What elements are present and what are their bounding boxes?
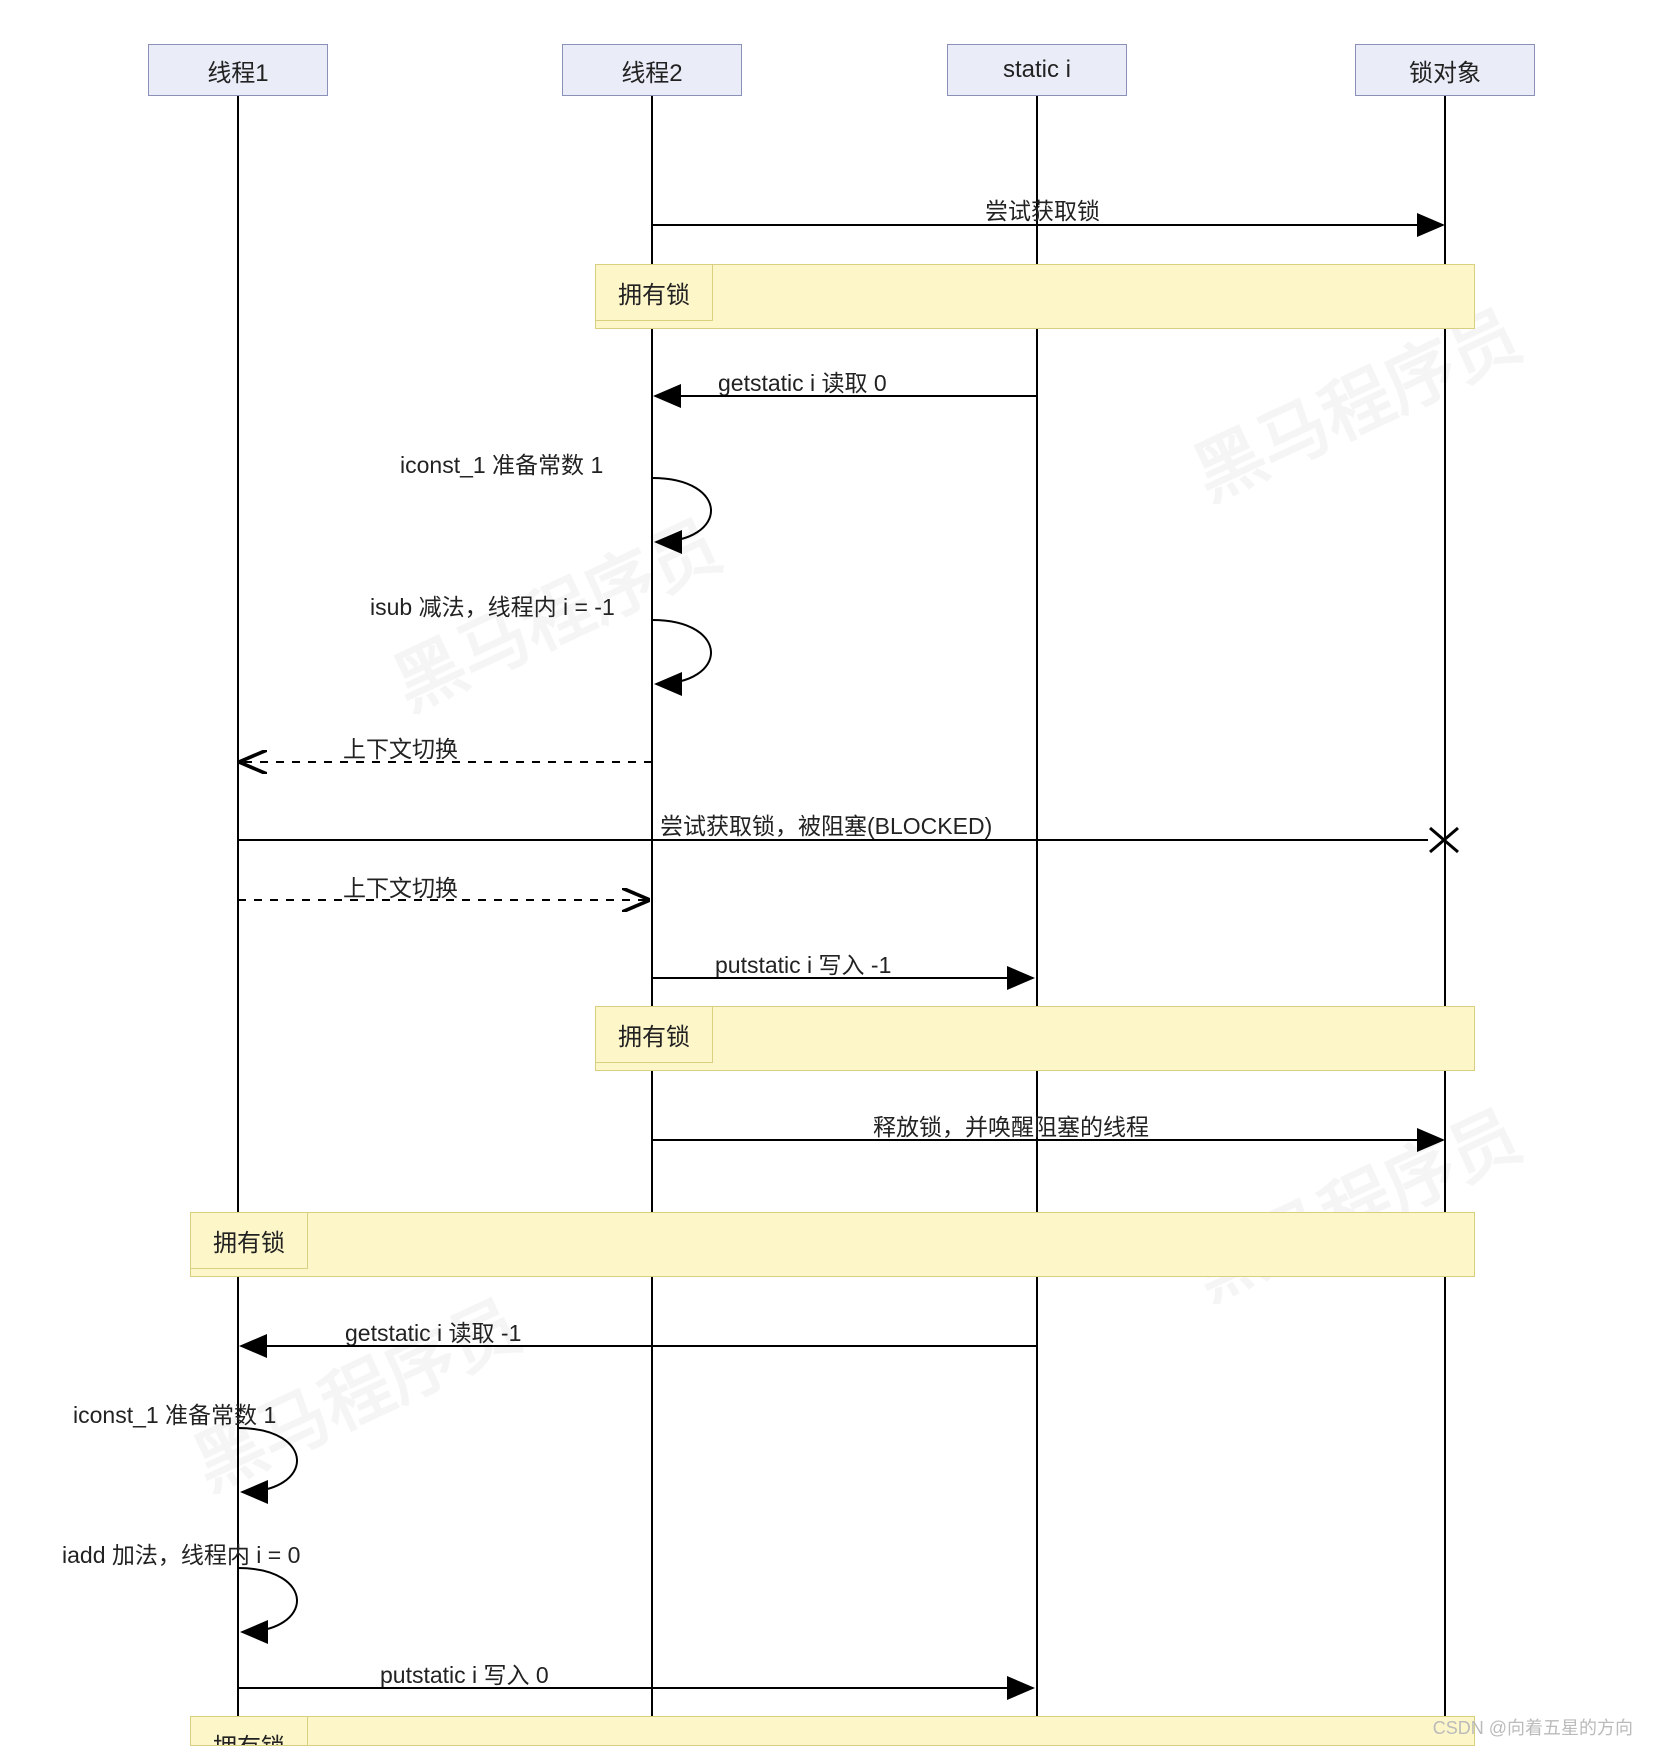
participant-label: 锁对象: [1409, 53, 1481, 88]
msg-try-acquire-lock: 尝试获取锁: [985, 192, 1100, 226]
fragment-own-lock-3: 拥有锁: [190, 1212, 1475, 1277]
participant-label: 线程2: [621, 53, 682, 88]
participant-thread1: 线程1: [148, 44, 328, 96]
msg-try-blocked: 尝试获取锁，被阻塞(BLOCKED): [660, 807, 992, 841]
diagram-arrows: [0, 0, 1663, 1752]
msg-release-wake: 释放锁，并唤醒阻塞的线程: [873, 1108, 1149, 1142]
msg-iadd: iadd 加法，线程内 i = 0: [62, 1536, 300, 1570]
msg-isub: isub 减法，线程内 i = -1: [370, 588, 615, 622]
watermark: 黑马程序员: [175, 1271, 535, 1510]
lifeline-thread1: [237, 96, 239, 1736]
lifeline-thread2: [651, 96, 653, 1736]
msg-iconst1-a: iconst_1 准备常数 1: [400, 446, 603, 480]
msg-putstatic-0: putstatic i 写入 0: [380, 1656, 549, 1690]
msg-ctx-switch-2: 上下文切换: [343, 869, 458, 903]
fragment-own-lock-4: 拥有锁: [190, 1716, 1475, 1746]
fragment-own-lock-1: 拥有锁: [595, 264, 1475, 329]
msg-iconst1-b: iconst_1 准备常数 1: [73, 1396, 276, 1430]
participant-label: 线程1: [207, 53, 268, 88]
footer-credit: CSDN @向着五星的方向: [1433, 1714, 1633, 1740]
msg-ctx-switch-1: 上下文切换: [343, 730, 458, 764]
watermark: 黑马程序员: [1175, 1081, 1535, 1320]
fragment-label: 拥有锁: [191, 1213, 308, 1269]
participant-label: static i: [1003, 56, 1071, 84]
msg-getstatic-0: getstatic i 读取 0: [718, 364, 887, 398]
fragment-label: 拥有锁: [596, 1007, 713, 1063]
fragment-own-lock-2: 拥有锁: [595, 1006, 1475, 1071]
msg-getstatic-neg1: getstatic i 读取 -1: [345, 1314, 521, 1348]
fragment-label: 拥有锁: [596, 265, 713, 321]
lifeline-static-i: [1036, 96, 1038, 1736]
sequence-diagram: 黑马程序员 黑马程序员 黑马程序员 黑马程序员 线程1 线程2 static i…: [0, 0, 1663, 1752]
participant-lock: 锁对象: [1355, 44, 1535, 96]
fragment-label: 拥有锁: [191, 1717, 308, 1746]
participant-static-i: static i: [947, 44, 1127, 96]
participant-thread2: 线程2: [562, 44, 742, 96]
msg-putstatic-neg1: putstatic i 写入 -1: [715, 946, 891, 980]
lifeline-lock: [1444, 96, 1446, 1736]
